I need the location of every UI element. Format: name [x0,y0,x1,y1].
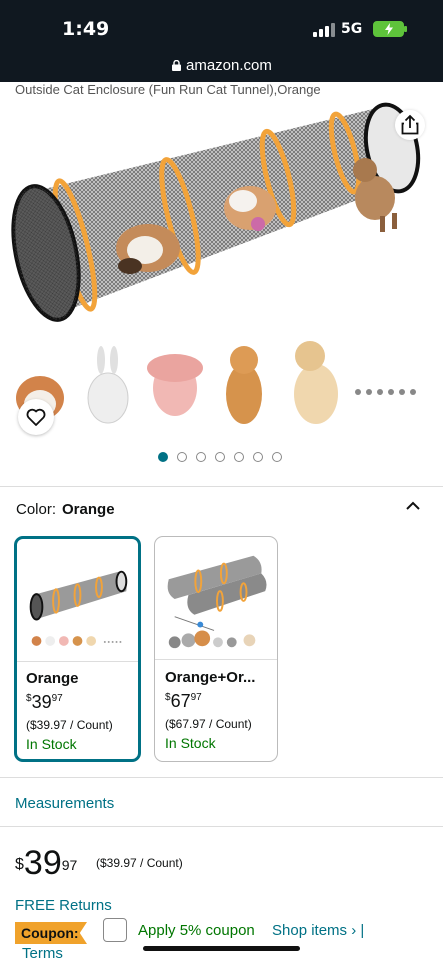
card-divider [17,661,138,662]
browser-url-bar[interactable]: amazon.com [0,50,443,82]
color-label: Color: [16,501,57,518]
pagination-dot[interactable] [253,452,263,462]
signal-icon [313,23,335,37]
home-indicator[interactable] [143,946,300,951]
variant-card-orange[interactable]: Orange $3997 ($39.97 / Count) In Stock [14,536,141,762]
battery-charging-icon [373,21,407,37]
free-returns-link[interactable]: FREE Returns [15,897,112,914]
share-icon [401,114,419,135]
pagination-dot[interactable] [272,452,282,462]
status-bar: 1:49 5G [0,0,443,50]
variant-name: Orange+Or... [165,669,256,686]
pagination-dot[interactable] [177,452,187,462]
variant-price: $6797 [165,691,202,711]
variant-unit-price: ($39.97 / Count) [26,718,113,732]
variant-image [167,555,267,649]
pagination-dot[interactable] [158,452,168,462]
pagination-dot[interactable] [196,452,206,462]
share-button[interactable] [395,110,425,140]
divider [0,826,443,827]
variant-stock: In Stock [26,736,77,752]
coupon-terms-link[interactable]: Terms [22,945,63,960]
coupon-badge: Coupon: [15,922,87,944]
product-price: $3997 [15,844,78,882]
shop-items-link[interactable]: Shop items › | [272,922,364,939]
pagination-dot[interactable] [215,452,225,462]
lock-icon [172,60,181,71]
product-title: Outside Cat Enclosure (Fun Run Cat Tunne… [15,82,321,97]
heart-icon [26,408,46,426]
product-main-image[interactable] [0,98,443,444]
url-text: amazon.com [186,57,272,74]
image-pagination[interactable] [0,452,443,464]
chevron-up-icon[interactable] [405,500,421,512]
card-divider [155,659,277,660]
variant-stock: In Stock [165,735,216,751]
variant-card-orange-plus[interactable]: Orange+Or... $6797 ($67.97 / Count) In S… [154,536,278,762]
status-time: 1:49 [62,18,110,40]
unit-price: ($39.97 / Count) [96,856,183,870]
coupon-apply-text[interactable]: Apply 5% coupon [138,922,255,939]
divider [0,486,443,487]
divider [0,777,443,778]
color-selector-header[interactable]: Color: Orange [16,501,115,518]
wishlist-button[interactable] [18,399,54,435]
color-value: Orange [62,501,115,518]
pagination-dot[interactable] [234,452,244,462]
variant-image [29,570,128,646]
coupon-checkbox[interactable] [103,918,127,942]
variant-unit-price: ($67.97 / Count) [165,717,252,731]
variant-price: $3997 [26,692,63,712]
measurements-link[interactable]: Measurements [15,795,114,812]
variant-name: Orange [26,670,79,687]
network-indicator: 5G [341,21,363,37]
